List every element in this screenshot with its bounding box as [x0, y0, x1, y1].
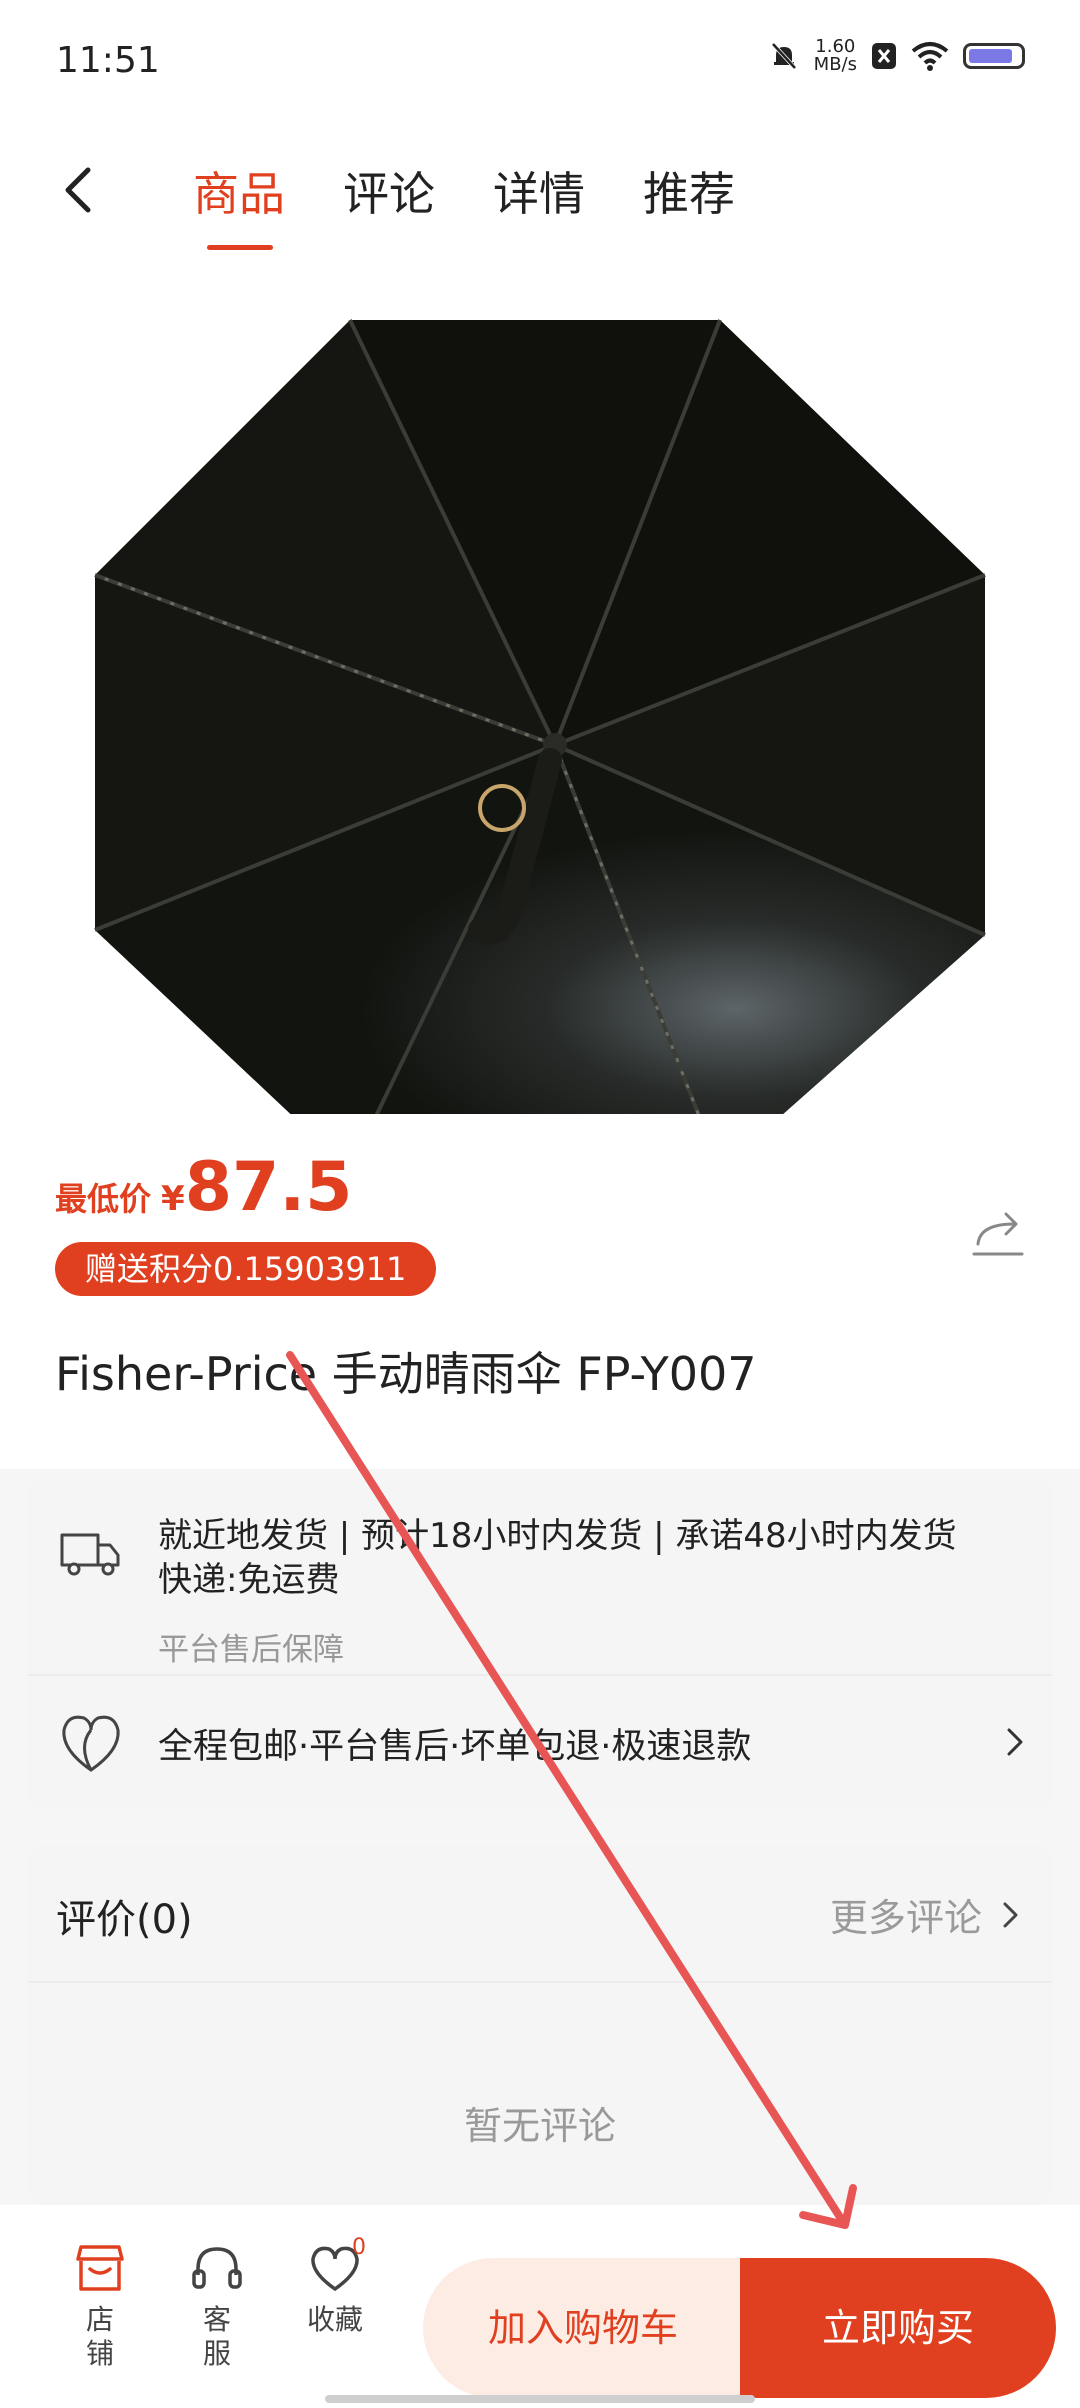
service-label: 客 服 — [202, 2303, 231, 2370]
customer-service-button[interactable]: 客 服 — [172, 2243, 262, 2371]
chevron-right-icon[interactable] — [1003, 1722, 1027, 1762]
status-icons: 1.60 MB/s — [768, 38, 1025, 74]
top-nav: 商品 评论 详情 推荐 — [0, 130, 1080, 290]
bottom-action-bar: 店 铺 客 服 收藏 0 加入购物车 立即购买 — [0, 2205, 1080, 2408]
mute-bell-icon — [771, 42, 797, 70]
favorite-label: 收藏 — [306, 2303, 363, 2336]
price-label: 最低价 — [55, 1180, 152, 1218]
service-guarantees[interactable]: 全程包邮·平台售后·坏单包退·极速退款 — [158, 1718, 751, 1769]
buy-now-button[interactable]: 立即购买 — [740, 2258, 1056, 2398]
price-value: 87.5 — [184, 1148, 353, 1227]
after-sales-guarantee: 平台售后保障 — [158, 1632, 344, 1668]
reviews-title: 评价(0) — [56, 1897, 193, 1943]
wifi-icon — [911, 42, 949, 71]
home-indicator[interactable] — [325, 2395, 755, 2403]
chevron-right-icon[interactable] — [1000, 1897, 1022, 1933]
shipping-card: 就近地发货 | 预计18小时内发货 | 承诺48小时内发货 快递:免运费 平台售… — [28, 1478, 1052, 1808]
product-info: 最低价 ¥ 87.5 赠送积分0.15903911 Fisher-Price 手… — [0, 1114, 1080, 1469]
favorite-button[interactable]: 收藏 — [290, 2243, 380, 2337]
favorite-count-badge: 0 — [352, 2235, 366, 2260]
shipping-info: 就近地发货 | 预计18小时内发货 | 承诺48小时内发货 快递:免运费 — [158, 1516, 1002, 1600]
product-title: Fisher-Price 手动晴雨伞 FP-Y007 — [55, 1347, 757, 1401]
tab-product[interactable]: 商品 — [193, 158, 285, 224]
tab-comments[interactable]: 评论 — [343, 158, 435, 224]
status-bar: 11:51 1.60 MB/s — [0, 0, 1080, 130]
store-button[interactable]: 店 铺 — [55, 2243, 145, 2371]
tab-recommend[interactable]: 推荐 — [643, 158, 735, 224]
battery-level — [969, 49, 1012, 63]
store-label: 店 铺 — [85, 2303, 114, 2370]
price-currency: ¥ — [161, 1179, 185, 1219]
battery-icon — [963, 43, 1025, 69]
umbrella-illustration — [94, 319, 986, 1114]
sim-off-icon — [872, 43, 896, 69]
points-badge: 赠送积分0.15903911 — [55, 1242, 437, 1296]
headset-icon — [192, 2247, 242, 2289]
more-reviews-label[interactable]: 更多评论 — [830, 1887, 982, 1942]
divider — [28, 1981, 1052, 1983]
heart-icon — [62, 1715, 120, 1772]
truck-icon — [60, 1533, 120, 1576]
store-icon — [76, 2245, 124, 2291]
price-row: 最低价 ¥ 87.5 — [55, 1154, 352, 1222]
tab-underline — [207, 245, 273, 250]
more-reviews-link[interactable]: 更多评论 — [830, 1887, 1022, 1942]
add-to-cart-button[interactable]: 加入购物车 — [423, 2258, 743, 2398]
back-icon[interactable] — [50, 160, 110, 220]
divider — [28, 1674, 1052, 1676]
product-image[interactable] — [0, 290, 1080, 1114]
tab-details[interactable]: 详情 — [493, 158, 585, 224]
empty-reviews-text: 暂无评论 — [463, 2104, 616, 2148]
share-icon[interactable] — [970, 1204, 1026, 1260]
reviews-section: 评价(0) 更多评论 暂无评论 — [28, 1845, 1052, 2205]
net-speed: 1.60 MB/s — [813, 36, 857, 75]
status-time: 11:51 — [56, 40, 160, 81]
